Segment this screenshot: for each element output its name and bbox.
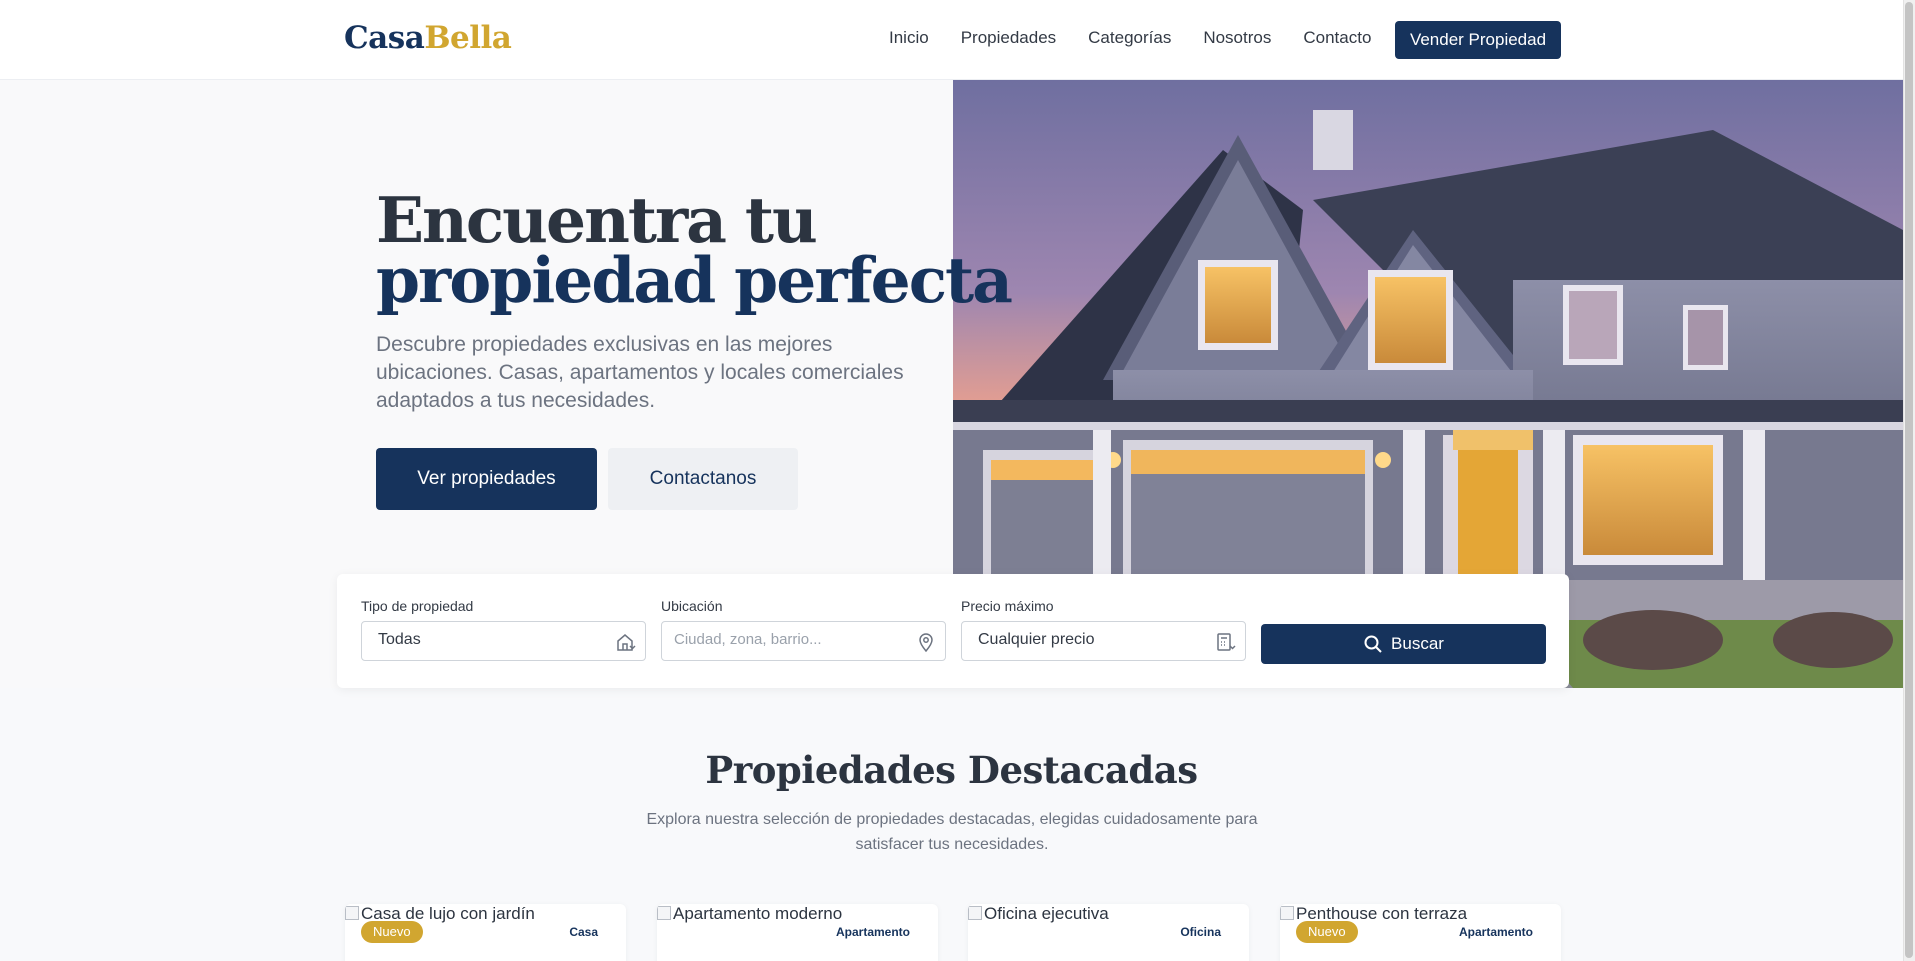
max-price-select[interactable]: Cualquier precio xyxy=(961,621,1246,661)
page-scrollbar-thumb[interactable] xyxy=(1905,2,1913,958)
site-header: CasaBella Inicio Propiedades Categorías … xyxy=(0,0,1903,80)
location-input[interactable]: Ciudad, zona, barrio... xyxy=(661,621,946,661)
map-pin-icon xyxy=(915,631,937,653)
broken-image-icon xyxy=(657,906,671,920)
featured-subtitle: Explora nuestra selección de propiedades… xyxy=(646,811,1258,853)
brand-logo[interactable]: CasaBella xyxy=(344,20,512,56)
broken-image-icon xyxy=(1280,906,1294,920)
location-label: Ubicación xyxy=(661,598,723,614)
property-image-alt: Apartamento moderno xyxy=(673,904,843,923)
max-price-label: Precio máximo xyxy=(961,598,1054,614)
property-type-tag: Apartamento xyxy=(1458,925,1533,939)
property-search-panel: Tipo de propiedad Todas Ubicación Ciudad… xyxy=(337,574,1569,688)
hero-heading: Encuentra tu propiedad perfecta xyxy=(376,183,1013,317)
calculator-dropdown-icon xyxy=(1215,631,1237,653)
property-type-tag: Apartamento xyxy=(835,925,910,939)
logo-part-bella: Bella xyxy=(424,20,512,56)
nav-link-categorias[interactable]: Categorías xyxy=(1088,28,1171,48)
property-type-tag: Oficina xyxy=(1180,925,1221,939)
property-card[interactable]: Penthouse con terraza Nuevo Apartamento xyxy=(1280,904,1561,961)
nav-link-inicio[interactable]: Inicio xyxy=(889,28,929,48)
property-image-alt: Oficina ejecutiva xyxy=(984,904,1109,923)
view-properties-button[interactable]: Ver propiedades xyxy=(376,448,597,510)
search-button-label: Buscar xyxy=(1391,634,1444,653)
new-badge: Nuevo xyxy=(361,921,423,943)
property-card[interactable]: Casa de lujo con jardín Nuevo Casa xyxy=(345,904,626,961)
new-badge: Nuevo xyxy=(1296,921,1358,943)
property-type-value: Todas xyxy=(378,631,421,648)
property-type-tag: Casa xyxy=(569,925,598,939)
property-image: Apartamento moderno xyxy=(657,904,842,924)
broken-image-icon xyxy=(345,906,359,920)
nav-link-propiedades[interactable]: Propiedades xyxy=(961,28,1056,48)
featured-heading: Propiedades Destacadas xyxy=(705,748,1198,792)
max-price-field: Precio máximo Cualquier precio xyxy=(961,598,1246,661)
max-price-value: Cualquier precio xyxy=(978,631,1095,648)
hero-heading-line2: propiedad perfecta xyxy=(376,243,1013,317)
hero-heading-line1: Encuentra tu xyxy=(376,183,818,257)
logo-part-casa: Casa xyxy=(344,20,425,56)
property-type-select[interactable]: Todas xyxy=(361,621,646,661)
property-card[interactable]: Apartamento moderno Apartamento xyxy=(657,904,938,961)
nav-link-contacto[interactable]: Contacto xyxy=(1303,28,1371,48)
property-card[interactable]: Oficina ejecutiva Oficina xyxy=(968,904,1249,961)
contact-button[interactable]: Contactanos xyxy=(608,448,798,510)
property-type-label: Tipo de propiedad xyxy=(361,598,474,614)
location-placeholder: Ciudad, zona, barrio... xyxy=(674,631,822,648)
property-type-field: Tipo de propiedad Todas xyxy=(361,598,646,661)
property-image: Oficina ejecutiva xyxy=(968,904,1109,924)
hero-subtitle: Descubre propiedades exclusivas en las m… xyxy=(376,333,904,412)
search-icon xyxy=(1364,635,1382,653)
house-dropdown-icon xyxy=(615,631,637,653)
location-field: Ubicación Ciudad, zona, barrio... xyxy=(661,598,946,661)
main-nav: Inicio Propiedades Categorías Nosotros C… xyxy=(889,28,1403,48)
nav-link-nosotros[interactable]: Nosotros xyxy=(1203,28,1271,48)
search-button[interactable]: Buscar xyxy=(1261,624,1546,664)
sell-property-button[interactable]: Vender Propiedad xyxy=(1395,21,1561,59)
broken-image-icon xyxy=(968,906,982,920)
